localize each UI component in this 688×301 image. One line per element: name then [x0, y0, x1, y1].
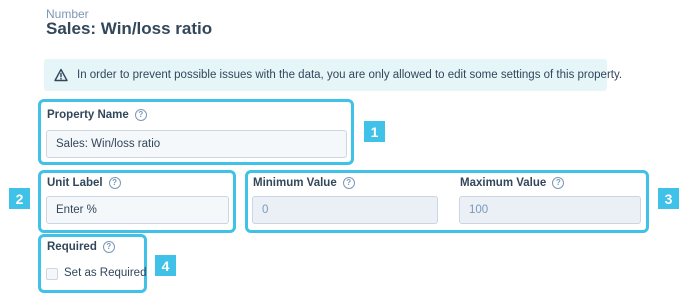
unit-label-label-text: Unit Label — [47, 177, 103, 189]
set-as-required-label[interactable]: Set as Required — [64, 267, 146, 279]
page-title: Sales: Win/loss ratio — [46, 19, 213, 38]
alert-message: In order to prevent possible issues with… — [77, 69, 623, 81]
callout-badge-2: 2 — [9, 188, 30, 209]
set-as-required-checkbox[interactable] — [46, 268, 58, 280]
required-label: Required ? — [47, 241, 115, 253]
minimum-value-label-text: Minimum Value — [253, 177, 337, 189]
minimum-value-label: Minimum Value ? — [253, 177, 355, 189]
property-name-input[interactable]: Sales: Win/loss ratio — [46, 130, 347, 158]
minimum-value-input: 0 — [252, 196, 438, 224]
maximum-value-label: Maximum Value ? — [460, 177, 565, 189]
unit-label-label: Unit Label ? — [47, 177, 121, 189]
warning-triangle-icon — [54, 68, 68, 82]
help-icon[interactable]: ? — [102, 241, 115, 253]
callout-badge-3: 3 — [658, 188, 679, 209]
callout-badge-1: 1 — [364, 121, 385, 142]
help-icon[interactable]: ? — [108, 177, 121, 189]
unit-label-input[interactable]: Enter % — [46, 196, 229, 224]
callout-badge-4: 4 — [155, 255, 176, 276]
required-label-text: Required — [47, 241, 97, 253]
property-name-label: Property Name ? — [47, 109, 147, 121]
help-icon[interactable]: ? — [342, 177, 355, 189]
maximum-value-input: 100 — [459, 196, 641, 224]
help-icon[interactable]: ? — [552, 177, 565, 189]
property-name-label-text: Property Name — [47, 109, 129, 121]
help-icon[interactable]: ? — [134, 109, 147, 121]
maximum-value-label-text: Maximum Value — [460, 177, 547, 189]
info-alert: In order to prevent possible issues with… — [44, 59, 622, 91]
